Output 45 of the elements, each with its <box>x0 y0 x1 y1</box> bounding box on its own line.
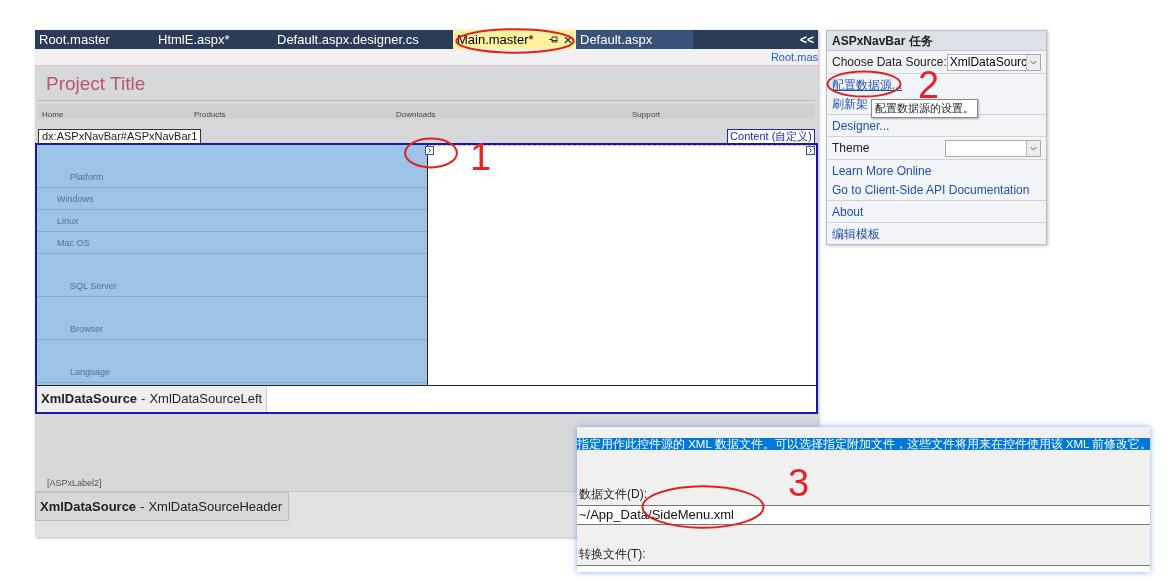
tooltip: 配置数据源的设置。 <box>871 99 978 118</box>
menu-item[interactable]: Downloads <box>396 109 436 119</box>
menu-item[interactable]: Support <box>632 109 661 119</box>
control-type: XmlDataSource <box>41 390 138 409</box>
menu-item[interactable]: Products <box>194 109 226 119</box>
document-tab[interactable]: Root.master <box>35 30 154 49</box>
task-link[interactable]: Designer... <box>832 116 890 135</box>
annotation-number: 2 <box>918 70 940 100</box>
annotation-number: 1 <box>470 142 492 172</box>
task-link[interactable]: 编辑模板 <box>832 224 880 243</box>
menu-item[interactable]: Home <box>42 109 64 119</box>
field-label: Theme <box>832 140 870 157</box>
document-tab[interactable]: HtmlE.aspx* <box>154 30 273 49</box>
task-link[interactable]: Learn More Online <box>832 161 932 180</box>
pin-icon[interactable] <box>549 35 558 44</box>
datasource-control[interactable]: XmlDataSource - XmlDataSourceLeft <box>37 386 268 412</box>
overflow-button[interactable]: << <box>800 30 814 49</box>
task-link[interactable]: 刷新架 <box>832 94 868 113</box>
field-label: 转换文件(T): <box>578 546 647 560</box>
datasource-control[interactable]: XmlDataSource - XmlDataSourceHeader <box>35 492 290 521</box>
description-text: 指定用作此控件源的 XML 数据文件。可以选择指定附加文件，这些文件将用来在控件使用该 XML 前修改它。 <box>577 438 1150 450</box>
separator-dash: - <box>141 390 146 409</box>
annotation-ellipse <box>404 137 458 169</box>
document-tab[interactable]: Default.aspx.designer.cs <box>273 30 453 49</box>
label-control: [ASPxLabel2] <box>47 476 102 490</box>
content-tag: Content (自定义) <box>727 129 815 143</box>
dropdown-field[interactable] <box>945 139 1041 157</box>
smart-tag-icon[interactable] <box>425 146 434 155</box>
dropdown-field[interactable]: XmlDataSourc <box>946 53 1041 71</box>
control-type: XmlDataSource <box>40 497 137 516</box>
close-icon[interactable] <box>564 35 572 44</box>
project-title: Project Title <box>46 72 146 97</box>
separator-dash: - <box>140 497 145 516</box>
task-link[interactable]: Go to Client-Side API Documentation <box>832 180 1030 199</box>
field-label: 数据文件(D): <box>578 486 648 500</box>
control-tag: dx:ASPxNavBar#ASPxNavBar1 <box>38 129 202 143</box>
task-link[interactable]: About <box>832 202 864 221</box>
control-name: XmlDataSourceHeader <box>148 497 283 516</box>
document-tab[interactable]: Default.aspx <box>576 30 693 49</box>
field-label: Choose Data Source: <box>832 54 947 71</box>
annotation-number: 3 <box>788 468 810 498</box>
control-name: XmlDataSourceLeft <box>149 390 263 409</box>
breadcrumb-link[interactable]: Root.mas <box>770 49 818 65</box>
smart-tag-icon[interactable] <box>806 146 815 155</box>
panel-title: ASPxNavBar 任务 <box>832 32 933 50</box>
